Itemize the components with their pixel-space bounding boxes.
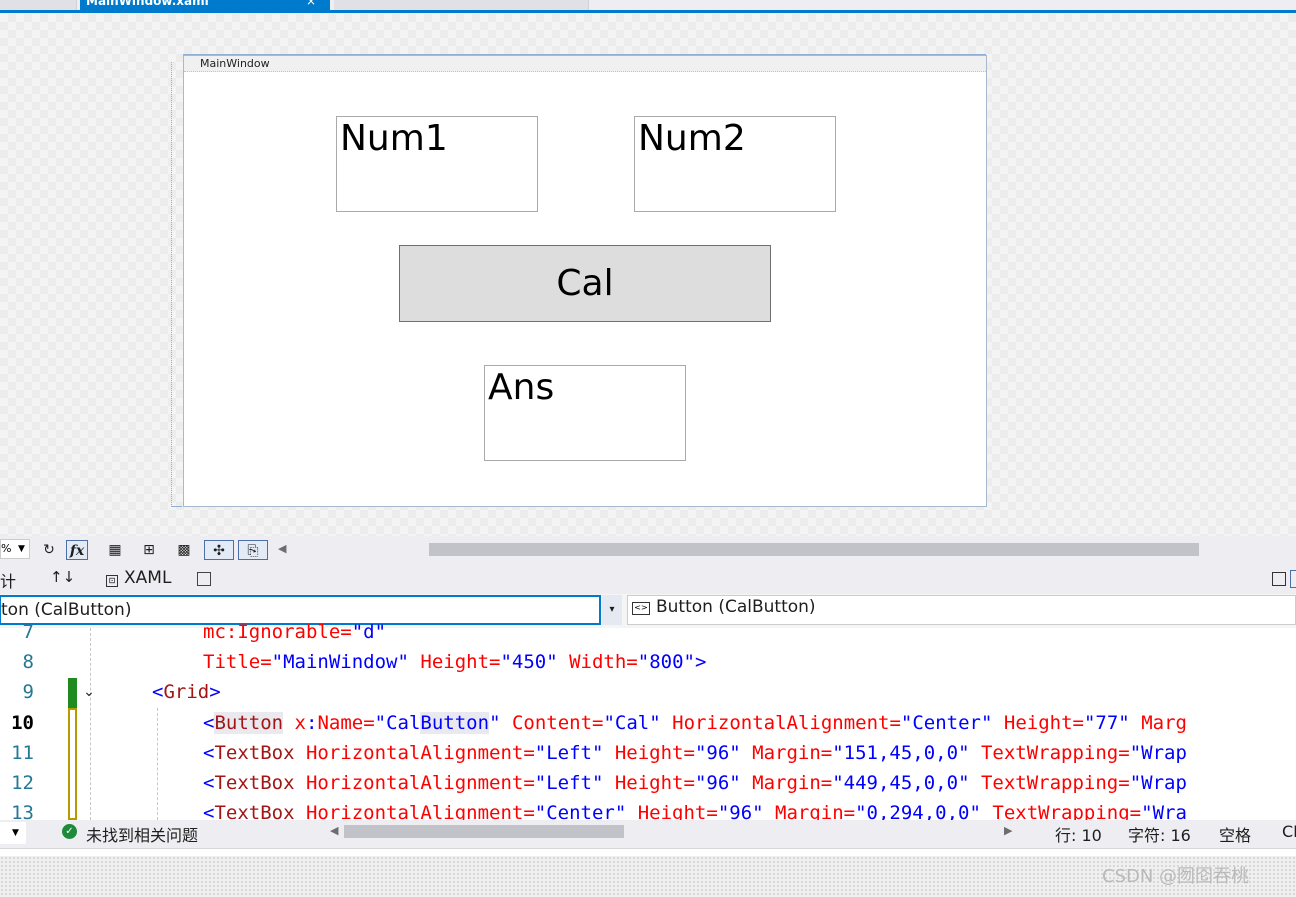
editor-hscrollbar-thumb[interactable] xyxy=(344,825,624,838)
line-number: 9 xyxy=(22,681,34,703)
scroll-left-icon[interactable]: ◀ xyxy=(330,824,338,837)
status-char-position[interactable]: 字符: 16 xyxy=(1128,822,1191,846)
change-marker-unsaved xyxy=(68,708,77,820)
status-line-ending[interactable]: CR xyxy=(1282,822,1296,841)
zoom-value: % xyxy=(1,542,12,555)
indent-guide xyxy=(157,708,158,820)
check-circle-icon: ✓ xyxy=(62,824,77,839)
chevron-down-icon[interactable]: ▾ xyxy=(602,595,622,625)
element-selector-right-label: Button (CalButton) xyxy=(656,597,816,617)
swap-panes-icon[interactable]: ↑↓ xyxy=(50,568,75,586)
document-tab-next[interactable] xyxy=(334,0,589,10)
num2-textbox[interactable]: Num2 xyxy=(634,116,836,212)
change-marker-saved xyxy=(68,678,77,708)
num1-textbox[interactable]: Num1 xyxy=(336,116,538,212)
code-line[interactable]: <Grid> xyxy=(152,677,221,707)
indent-guide xyxy=(90,628,91,820)
tab-design[interactable]: 计 xyxy=(0,568,16,592)
snap-grid-icon[interactable]: ⊞ xyxy=(138,540,160,560)
line-number: 7 xyxy=(22,621,34,643)
checkerboard-icon[interactable]: ▩ xyxy=(173,540,195,560)
line-number: 11 xyxy=(11,742,34,764)
code-line[interactable]: Title="MainWindow" Height="450" Width="8… xyxy=(203,647,706,677)
line-number: 8 xyxy=(22,651,34,673)
fx-effects-button[interactable]: fx xyxy=(66,540,88,560)
code-line[interactable]: mc:Ignorable="d" xyxy=(203,617,386,647)
document-tab-prev[interactable] xyxy=(0,0,77,10)
code-line-current[interactable]: <Button x:Name="CalButton" Content="Cal"… xyxy=(203,708,1187,738)
view-tab-row xyxy=(0,564,1296,594)
status-indent-mode[interactable]: 空格 xyxy=(1219,822,1251,846)
window-titlebar: MainWindow xyxy=(184,56,986,72)
xaml-element-icon: <> xyxy=(632,602,650,615)
refresh-icon[interactable]: ↻ xyxy=(38,540,60,560)
cal-button[interactable]: Cal xyxy=(399,245,771,322)
editor-zoom-combobox[interactable]: ▼ xyxy=(0,822,26,844)
snap-lines-icon[interactable]: ✣ xyxy=(204,540,234,560)
line-number-current: 10 xyxy=(11,712,34,734)
tab-close-icon[interactable]: × xyxy=(306,0,320,8)
issues-status[interactable]: 未找到相关问题 xyxy=(86,822,198,846)
document-tab-title: MainWindow.xaml xyxy=(86,0,209,8)
chevron-down-icon: ▼ xyxy=(12,828,19,838)
chevron-down-icon: ▼ xyxy=(18,544,25,554)
zoom-combobox[interactable]: % ▼ xyxy=(0,539,30,559)
designer-window[interactable]: MainWindow Num1 Num2 Cal Ans xyxy=(183,55,987,507)
watermark: CSDN @囫囵吞桃 xyxy=(1102,866,1250,887)
code-line[interactable]: <TextBox HorizontalAlignment="Left" Heig… xyxy=(203,738,1187,768)
status-line-number[interactable]: 行: 10 xyxy=(1055,822,1102,846)
popout-icon[interactable] xyxy=(197,572,211,586)
xaml-icon: ⊡ xyxy=(106,575,118,587)
grid-ruler-vertical[interactable] xyxy=(171,62,182,507)
device-preview-icon[interactable]: ⎘ xyxy=(238,540,268,560)
vertical-split-icon[interactable] xyxy=(1290,570,1296,588)
line-number: 12 xyxy=(11,772,34,794)
ans-textbox[interactable]: Ans xyxy=(484,365,686,461)
tab-accent-line xyxy=(0,10,1296,13)
designer-hscrollbar-thumb[interactable] xyxy=(429,543,1199,556)
fold-chevron-icon[interactable]: ⌄ xyxy=(80,683,98,701)
scroll-right-icon[interactable]: ▶ xyxy=(1004,824,1012,837)
grid-icon[interactable]: ▦ xyxy=(104,540,126,560)
tab-xaml[interactable]: XAML xyxy=(124,568,171,588)
scroll-left-icon[interactable]: ◀ xyxy=(278,540,290,558)
window-title: MainWindow xyxy=(200,57,270,70)
code-line[interactable]: <TextBox HorizontalAlignment="Left" Heig… xyxy=(203,768,1187,798)
horizontal-split-icon[interactable] xyxy=(1272,572,1286,586)
